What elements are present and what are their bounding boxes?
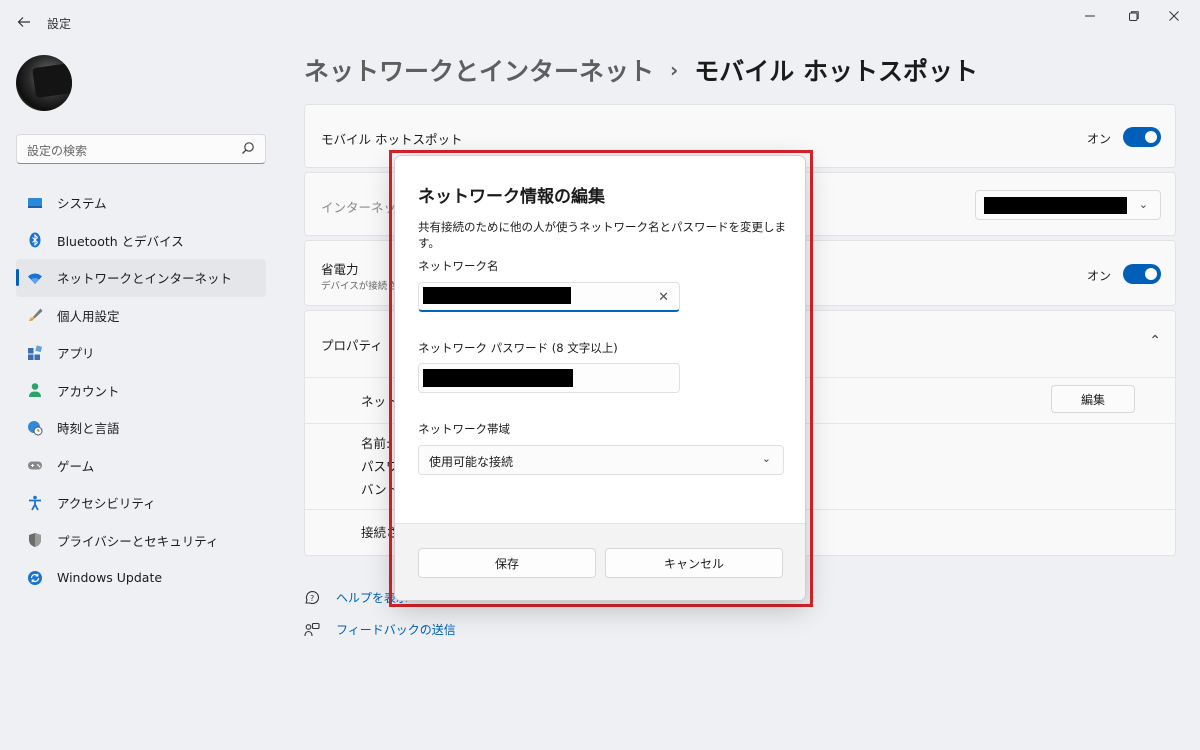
save-button[interactable]: 保存 xyxy=(418,548,596,578)
sidebar-item-privacy[interactable]: プライバシーとセキュリティ xyxy=(16,522,266,560)
sidebar-item-label: Bluetooth とデバイス xyxy=(57,233,184,249)
redacted-network-name xyxy=(423,287,571,304)
edit-network-dialog: ネットワーク情報の編集 共有接続のために他の人が使うネットワーク名とパスワードを… xyxy=(394,155,806,601)
minimize-button[interactable] xyxy=(1070,6,1110,26)
sidebar-item-time-language[interactable]: 時刻と言語 xyxy=(16,409,266,447)
hotspot-label: モバイル ホットスポット xyxy=(321,132,463,147)
chevron-down-icon: ⌄ xyxy=(1138,198,1148,211)
avatar[interactable] xyxy=(16,55,72,111)
restore-icon xyxy=(1129,11,1139,21)
cancel-button[interactable]: キャンセル xyxy=(605,548,783,578)
feedback-link-label: フィードバックの送信 xyxy=(336,623,456,637)
account-icon xyxy=(26,381,44,399)
sidebar-item-label: Windows Update xyxy=(57,570,163,586)
chevron-up-icon[interactable]: ⌃ xyxy=(1149,333,1161,349)
breadcrumb-separator: › xyxy=(670,58,679,82)
sidebar-item-accessibility[interactable]: アクセシビリティ xyxy=(16,484,266,522)
close-button[interactable] xyxy=(1154,6,1194,26)
sidebar-item-label: プライバシーとセキュリティ xyxy=(57,533,219,549)
page-title: モバイル ホットスポット xyxy=(694,57,978,86)
feedback-link[interactable]: フィードバックの送信 xyxy=(304,621,456,638)
sidebar-item-network[interactable]: ネットワークとインターネット xyxy=(16,259,266,297)
sidebar-item-label: システム xyxy=(57,196,107,212)
band-label: ネットワーク帯域 xyxy=(418,422,510,436)
network-name-input[interactable]: ✕ xyxy=(418,282,680,312)
dialog-footer: 保存 キャンセル xyxy=(395,523,805,600)
sidebar-item-label: ネットワークとインターネット xyxy=(57,271,233,287)
sidebar-item-label: アクセシビリティ xyxy=(57,496,156,512)
power-saving-toggle[interactable] xyxy=(1123,264,1161,284)
sidebar-item-label: 個人用設定 xyxy=(57,308,120,324)
sidebar-item-label: アカウント xyxy=(57,383,120,399)
power-saving-label: 省電力 xyxy=(321,262,359,277)
share-from-dropdown[interactable]: ⌄ xyxy=(975,190,1161,220)
sidebar-nav: システム Bluetooth とデバイス ネットワークとインターネット 個人用設… xyxy=(16,184,266,597)
search-input[interactable]: 設定の検索 xyxy=(16,134,266,164)
breadcrumb-parent[interactable]: ネットワークとインターネット xyxy=(304,52,654,88)
search-icon xyxy=(242,142,254,154)
password-label: ネットワーク パスワード (8 文字以上) xyxy=(418,341,618,355)
brush-icon xyxy=(26,306,44,324)
sidebar-item-accounts[interactable]: アカウント xyxy=(16,372,266,410)
sidebar-item-bluetooth[interactable]: Bluetooth とデバイス xyxy=(16,222,266,260)
svg-text:?: ? xyxy=(310,594,314,603)
clear-icon[interactable]: ✕ xyxy=(658,290,669,305)
name-row-label: 名前: xyxy=(361,436,391,451)
help-icon: ? xyxy=(305,590,320,604)
edit-button[interactable]: 編集 xyxy=(1051,385,1135,413)
feedback-icon xyxy=(304,622,320,636)
chevron-down-icon: ⌄ xyxy=(761,452,771,465)
app-title: 設定 xyxy=(47,17,72,31)
globe-clock-icon xyxy=(26,419,44,437)
dialog-description: 共有接続のために他の人が使うネットワーク名とパスワードを変更します。 xyxy=(418,220,786,250)
redacted-password xyxy=(423,369,573,387)
sidebar-item-personalization[interactable]: 個人用設定 xyxy=(16,297,266,335)
back-button[interactable] xyxy=(12,10,36,34)
breadcrumb: ネットワークとインターネット › モバイル ホットスポット xyxy=(304,52,978,88)
properties-label: プロパティ xyxy=(321,338,383,353)
bluetooth-icon xyxy=(26,231,44,249)
sidebar-item-system[interactable]: システム xyxy=(16,184,266,222)
title-bar: 設定 xyxy=(0,0,1200,44)
wifi-icon xyxy=(26,269,44,287)
gamepad-icon xyxy=(26,456,44,474)
band-select[interactable]: 使用可能な接続 ⌄ xyxy=(418,445,784,475)
shield-icon xyxy=(26,531,44,549)
close-icon xyxy=(1169,11,1179,21)
sidebar-item-label: 時刻と言語 xyxy=(57,421,120,437)
sidebar-item-apps[interactable]: アプリ xyxy=(16,334,266,372)
password-input[interactable] xyxy=(418,363,680,393)
sidebar-item-windows-update[interactable]: Windows Update xyxy=(16,559,266,597)
hotspot-state: オン xyxy=(1086,132,1111,146)
band-select-value: 使用可能な接続 xyxy=(429,455,514,469)
restore-button[interactable] xyxy=(1114,6,1154,26)
system-icon xyxy=(26,194,44,212)
network-name-label: ネットワーク名 xyxy=(418,259,499,273)
sidebar-item-label: ゲーム xyxy=(57,458,95,474)
update-icon xyxy=(26,569,44,587)
apps-icon xyxy=(26,344,44,362)
back-arrow-icon xyxy=(17,17,30,27)
redacted-connection xyxy=(984,197,1127,214)
hotspot-toggle[interactable] xyxy=(1123,127,1161,147)
minimize-icon xyxy=(1085,15,1095,17)
sidebar-item-gaming[interactable]: ゲーム xyxy=(16,447,266,485)
sidebar-item-label: アプリ xyxy=(57,346,95,362)
power-saving-state: オン xyxy=(1086,269,1111,283)
accessibility-icon xyxy=(26,494,44,512)
dialog-title: ネットワーク情報の編集 xyxy=(418,187,605,207)
power-saving-sub: デバイスが接続さ xyxy=(321,281,397,292)
search-placeholder: 設定の検索 xyxy=(27,144,88,158)
